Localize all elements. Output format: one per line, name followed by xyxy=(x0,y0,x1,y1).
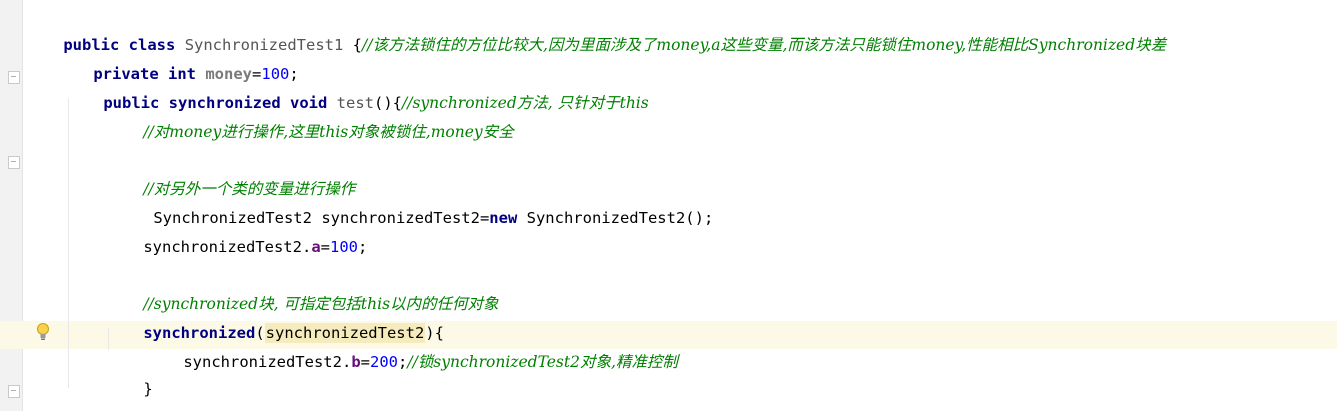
open-brace: { xyxy=(352,36,363,54)
fold-marker-icon[interactable] xyxy=(8,385,20,398)
field-a: a xyxy=(311,238,321,256)
code-line-12[interactable]: synchronizedTest2.b=200;//锁synchronizedT… xyxy=(146,326,678,371)
semicolon: ; xyxy=(398,353,408,371)
fold-marker-icon[interactable] xyxy=(8,71,20,84)
comment-money: //对money进行操作,这里this对象被锁住,money安全 xyxy=(143,123,514,141)
code-line-2[interactable]: private int money=100; xyxy=(56,38,298,83)
semicolon: ; xyxy=(358,238,368,256)
code-line-10[interactable]: //synchronized块, 可指定包括this以内的任何对象 xyxy=(106,268,498,313)
class-comment: //该方法锁住的方位比较大,因为里面涉及了money,a这些变量,而该方法只能锁… xyxy=(362,36,1167,54)
fold-marker-icon[interactable] xyxy=(8,156,20,169)
code-line-11[interactable]: synchronized(synchronizedTest2){ xyxy=(106,297,444,343)
editor-gutter[interactable] xyxy=(0,0,23,411)
constructor-call: (); xyxy=(685,209,714,227)
number-literal: 100 xyxy=(330,238,358,256)
assign-operator: = xyxy=(479,209,490,227)
code-line-1[interactable]: public class SynchronizedTest1 {//该方法锁住的… xyxy=(26,9,1166,54)
field-b: b xyxy=(351,353,361,371)
indent-guide xyxy=(68,98,69,388)
code-editor[interactable]: public class SynchronizedTest1 {//该方法锁住的… xyxy=(0,0,1337,411)
object-reference: synchronizedTest2. xyxy=(143,238,312,256)
comment-lock-object: //锁synchronizedTest2对象,精准控制 xyxy=(407,353,678,371)
code-line-6[interactable]: //对另外一个类的变量进行操作 xyxy=(106,153,355,198)
object-reference: synchronizedTest2. xyxy=(183,353,352,371)
assign-operator: = xyxy=(320,238,330,256)
close-brace: } xyxy=(143,380,153,398)
number-literal: 200 xyxy=(370,353,398,371)
code-line-4[interactable]: //对money进行操作,这里this对象被锁住,money安全 xyxy=(106,96,513,141)
keyword-new: new xyxy=(489,209,518,227)
code-line-7[interactable]: SynchronizedTest2 synchronizedTest2=new … xyxy=(116,182,713,227)
code-line-14[interactable]: } xyxy=(66,382,112,411)
constructor-name: SynchronizedTest2 xyxy=(526,209,686,227)
assign-operator: = xyxy=(360,353,370,371)
code-line-8[interactable]: synchronizedTest2.a=100; xyxy=(106,211,367,256)
code-line-3[interactable]: public synchronized void test(){//synchr… xyxy=(66,67,648,112)
code-line-13[interactable]: } xyxy=(106,353,152,398)
lightbulb-icon[interactable] xyxy=(36,322,50,342)
